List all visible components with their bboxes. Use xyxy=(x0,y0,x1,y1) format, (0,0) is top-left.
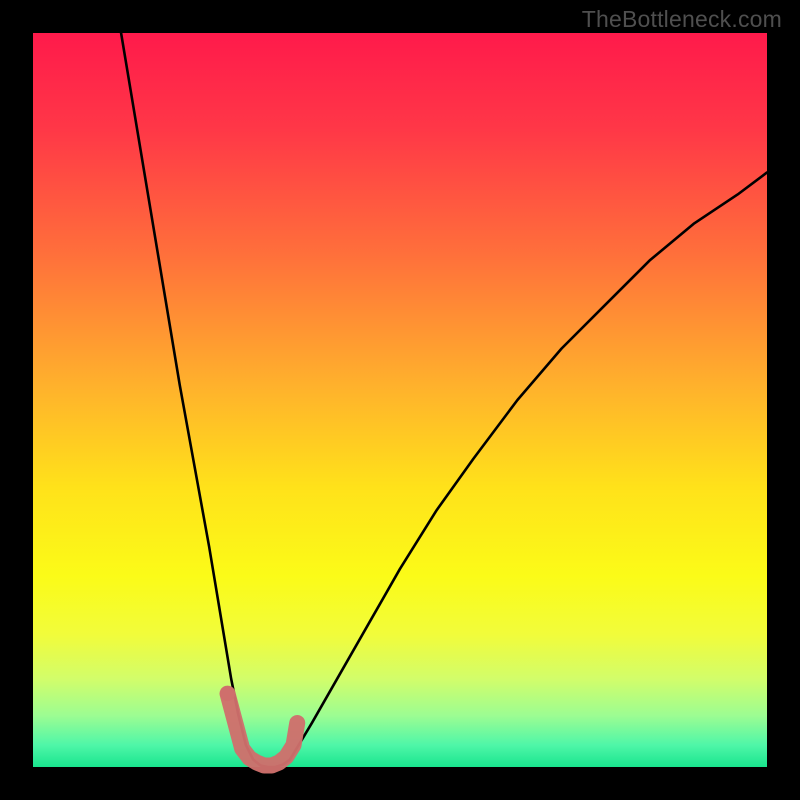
plot-area xyxy=(33,33,767,767)
highlight-band xyxy=(228,694,298,766)
bottleneck-curve xyxy=(121,33,767,767)
outer-frame: TheBottleneck.com xyxy=(0,0,800,800)
curve-layer xyxy=(33,33,767,767)
highlight-dot xyxy=(220,686,235,701)
watermark-text: TheBottleneck.com xyxy=(582,6,782,33)
